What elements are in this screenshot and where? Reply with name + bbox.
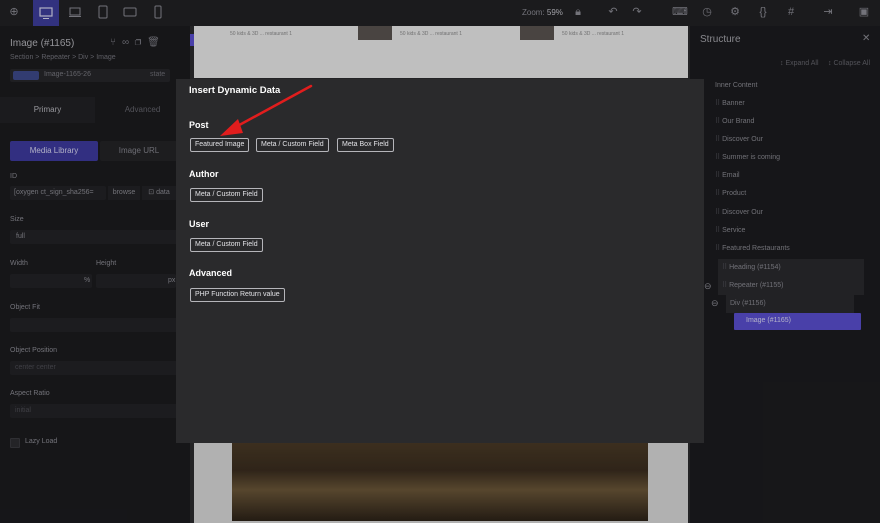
option-author-meta-custom-field[interactable]: Meta / Custom Field — [190, 188, 263, 202]
option-php-function-return-value[interactable]: PHP Function Return value — [190, 288, 285, 302]
insert-dynamic-data-dialog: Insert Dynamic Data Post Featured Image … — [176, 79, 704, 443]
option-meta-box-field[interactable]: Meta Box Field — [337, 138, 394, 152]
option-post-meta-custom-field[interactable]: Meta / Custom Field — [256, 138, 329, 152]
option-user-meta-custom-field[interactable]: Meta / Custom Field — [190, 238, 263, 252]
section-heading-advanced: Advanced — [189, 268, 233, 278]
dialog-title: Insert Dynamic Data — [189, 85, 281, 96]
section-heading-user: User — [189, 219, 210, 229]
section-heading-author: Author — [189, 169, 219, 179]
section-heading-post: Post — [189, 120, 209, 130]
option-featured-image[interactable]: Featured Image — [190, 138, 250, 152]
